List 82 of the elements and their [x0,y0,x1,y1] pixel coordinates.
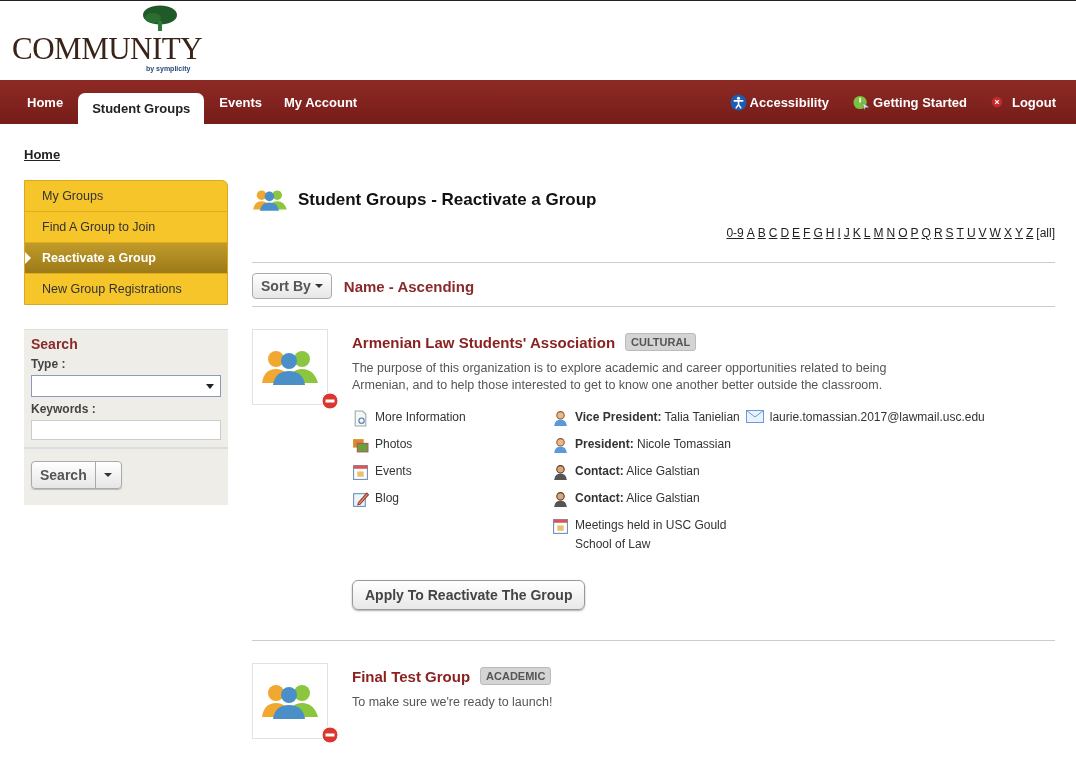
nav-link[interactable]: Getting Started [873,94,967,110]
type-label: Type : [31,357,67,371]
meeting-text: Meetings held in USC Gould School of Law [575,516,728,553]
group-name[interactable]: Final Test Group [352,667,471,685]
letter-link[interactable]: Q [921,226,931,240]
email-link[interactable]: laurie.tomassian.2017@lawmail.usc.edu [769,409,985,424]
category-tag: ACADEMIC [480,667,552,686]
search-heading: Search [31,336,79,352]
breadcrumb-link[interactable]: Home [24,147,61,162]
group-link[interactable]: Photos [375,436,413,451]
letter-link[interactable]: W [989,226,1001,240]
nav-tab[interactable]: My Account [273,95,369,124]
group-icon [252,188,288,212]
letter-link[interactable]: I [837,226,841,240]
letter-link[interactable]: P [910,226,919,240]
person-icon [552,409,569,427]
keywords-field[interactable] [31,420,221,440]
person-icon [552,490,569,508]
nav-tab[interactable]: Home [16,95,75,124]
group-name[interactable]: Armenian Law Students' Association [352,333,616,351]
letter-link[interactable]: X [1003,226,1012,240]
letter-link[interactable]: Y [1014,226,1023,240]
sort-value: Name - Ascending [343,277,475,295]
letter-link[interactable]: E [792,226,801,240]
minus-icon [321,726,339,745]
nav-link[interactable]: Accessibility [749,94,830,110]
sort-button[interactable]: Sort By [252,273,332,299]
contact-text: Contact: Alice Galstian [575,490,700,505]
letter-link[interactable]: U [966,226,976,240]
group-link[interactable]: Events [375,463,412,478]
calendar-icon [352,463,369,481]
nav-link[interactable]: Logout [1011,94,1056,110]
accessibility-icon [729,93,747,111]
group-link[interactable]: Blog [375,490,400,505]
tree-icon [142,5,178,31]
letter-link[interactable]: S [945,226,954,240]
letter-link[interactable]: Z [1025,226,1034,240]
calendar-icon [552,517,569,535]
letter-link[interactable]: O [898,226,908,240]
minus-icon [321,392,339,410]
letter-link[interactable]: G [813,226,823,240]
group-description: To make sure we're ready to launch! [352,694,554,711]
nav-tab[interactable]: Events [208,95,273,124]
contact-text: President: Nicole Tomassian [575,436,731,451]
document-icon [352,409,369,427]
category-tag: CULTURAL [625,333,697,351]
type-dropdown[interactable] [31,375,221,397]
letter-link[interactable]: B [757,226,766,240]
pencil-icon [352,490,369,508]
group-description: The purpose of this organization is to explore academic and career opportunities related to being Armenian, and to help those interested to get to know one another better outside the classroom. [352,360,888,394]
letter-link[interactable]: M [873,226,884,240]
envelope-icon [745,409,764,423]
letter-link[interactable]: R [933,226,943,240]
reactivate-button[interactable]: Apply To Reactivate The Group [352,580,586,611]
photos-icon [352,436,369,454]
letter-link[interactable]: T [956,226,964,240]
page-title: Student Groups - Reactivate a Group [298,190,597,210]
side-menu-item[interactable]: New Group Registrations [25,273,227,304]
letter-link[interactable]: N [886,226,896,240]
letter-link[interactable]: F [803,226,811,240]
side-menu-item[interactable]: My Groups [25,181,227,211]
letter-link[interactable]: H [825,226,835,240]
letter-link[interactable]: D [780,226,790,240]
person-icon [552,463,569,481]
letter-link[interactable]: 0-9 [726,226,744,240]
nav-tab[interactable]: Student Groups [78,93,205,124]
letter-link[interactable]: J [843,226,850,240]
letter-link[interactable]: A [746,226,755,240]
all-link[interactable]: [all] [1036,226,1055,240]
contact-text: Vice President: Talia Tanielian [575,409,740,424]
letter-link[interactable]: V [978,226,987,240]
keywords-label: Keywords : [31,402,97,416]
group-link[interactable]: More Information [375,409,466,424]
person-icon [552,436,569,454]
letter-link[interactable]: L [863,226,871,240]
contact-text: Contact: Alice Galstian [575,463,700,478]
power-cursor-icon [853,93,871,111]
search-button[interactable]: Search [32,462,95,488]
letter-link[interactable]: C [768,226,778,240]
close-icon [990,96,1003,108]
logo-wordmark: COMMUNITY [12,31,203,66]
letter-link[interactable]: K [852,226,861,240]
